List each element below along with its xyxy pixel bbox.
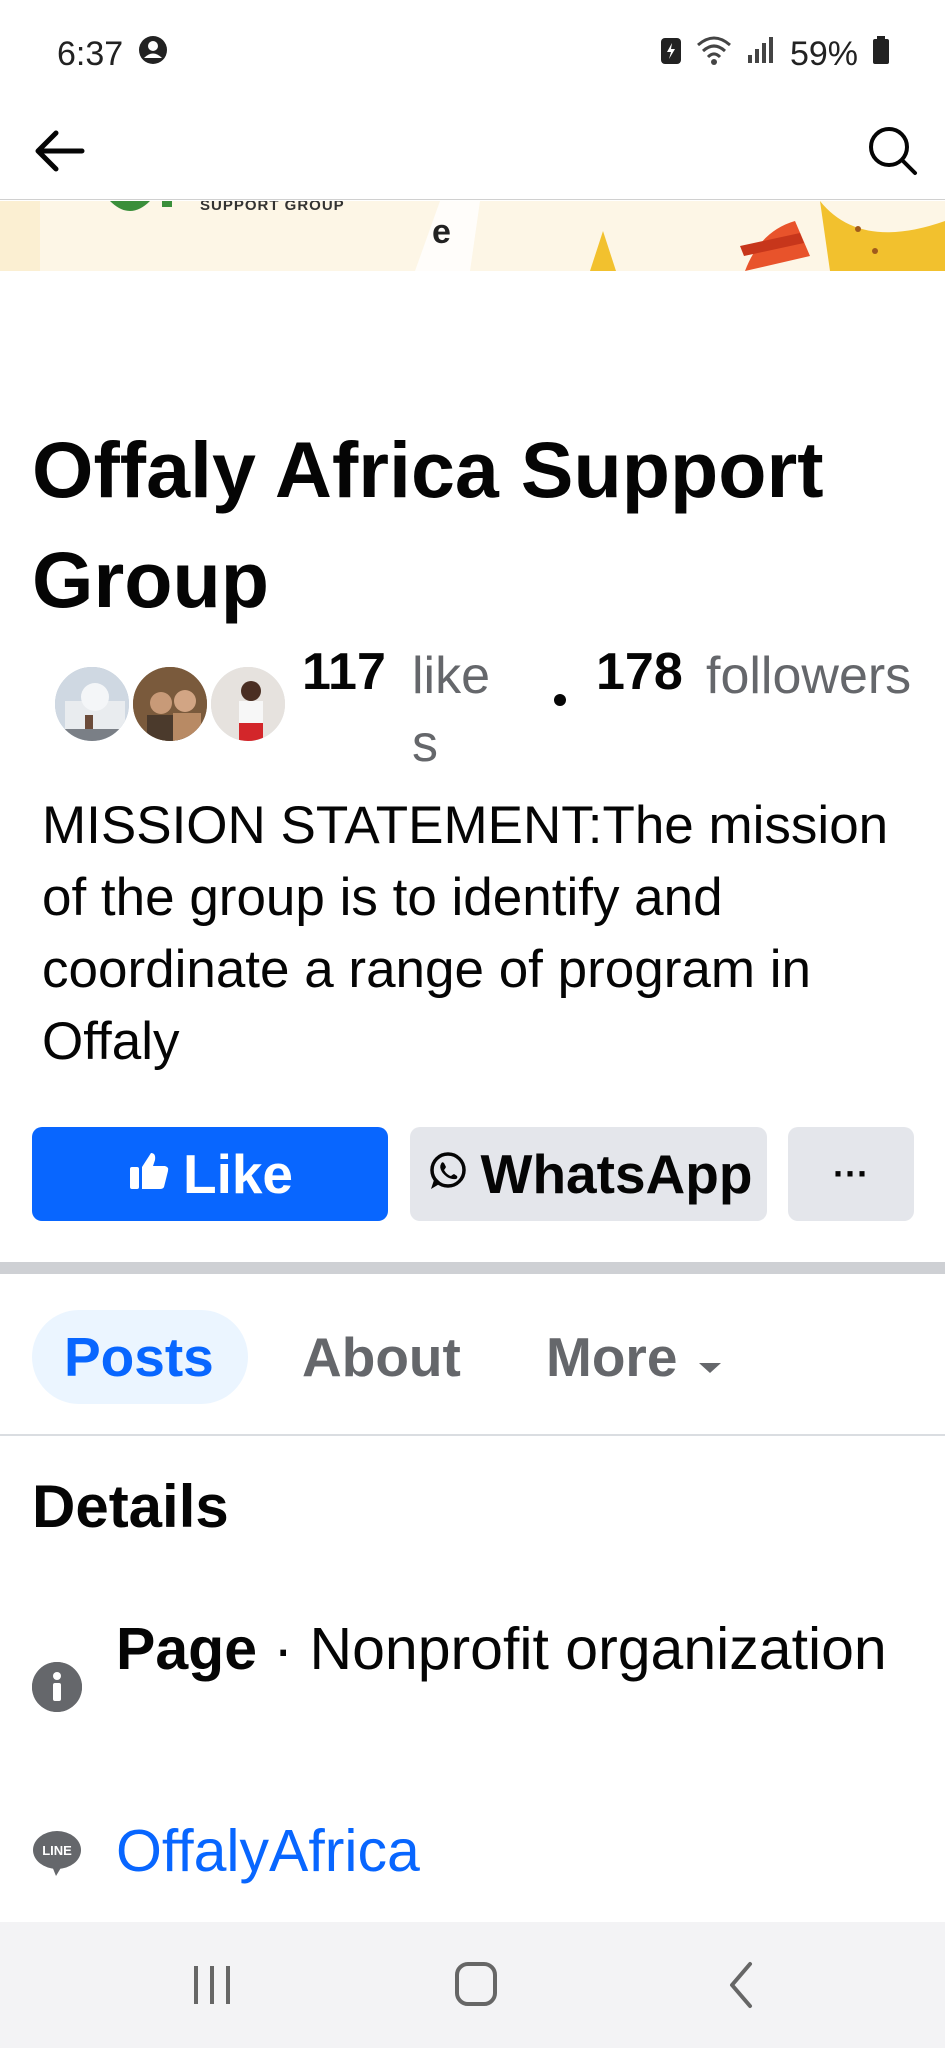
- tab-more[interactable]: More: [546, 1310, 723, 1404]
- section-divider: [0, 1262, 945, 1274]
- caret-down-icon: [697, 1325, 723, 1389]
- info-icon: [32, 1662, 82, 1712]
- home-icon[interactable]: [454, 1960, 498, 2013]
- status-bar: 6:37 59%: [0, 0, 945, 108]
- battery-saver-icon: [660, 35, 682, 74]
- action-buttons: Like WhatsApp ···: [32, 1127, 914, 1221]
- detail-category: Page · Nonprofit organization: [32, 1610, 912, 1770]
- cover-fragment-text: e: [432, 213, 451, 251]
- back-nav-icon[interactable]: [724, 1960, 758, 2015]
- like-button-label: Like: [182, 1143, 294, 1205]
- avatar: [52, 664, 132, 744]
- cover-caption: SUPPORT GROUP: [200, 201, 345, 214]
- tab-posts-label: Posts: [64, 1326, 214, 1388]
- whatsapp-icon: [425, 1142, 469, 1206]
- recent-apps-icon[interactable]: [190, 1962, 234, 2013]
- status-time: 6:37: [57, 34, 124, 73]
- arrow-left-icon[interactable]: [30, 121, 90, 186]
- page-stats[interactable]: 117 likes 178 followers: [52, 640, 932, 773]
- page-title: Offaly Africa Support Group: [32, 425, 824, 624]
- followers-label: followers: [706, 647, 912, 705]
- account-circle-icon: [137, 34, 169, 75]
- like-button[interactable]: Like: [32, 1127, 388, 1221]
- line-icon-label: LINE: [42, 1843, 72, 1858]
- wifi-icon: [696, 35, 732, 74]
- tabs-divider: [0, 1434, 945, 1436]
- detail-category-value: Nonprofit organization: [309, 1616, 887, 1682]
- cover-photo[interactable]: SUPPORT GROUP e: [0, 201, 945, 271]
- whatsapp-button[interactable]: WhatsApp: [410, 1127, 767, 1221]
- detail-category-separator: ·: [257, 1616, 310, 1682]
- cover-artwork: [0, 201, 945, 271]
- detail-line-account[interactable]: LINE OffalyAfrica: [32, 1812, 912, 1902]
- top-nav-bar: [0, 108, 945, 200]
- status-left: 6:37: [57, 34, 169, 75]
- tab-more-label: More: [546, 1326, 678, 1388]
- tab-posts[interactable]: Posts: [32, 1310, 248, 1404]
- avatar: [130, 664, 210, 744]
- likes-count: 117: [302, 643, 386, 701]
- tab-about-label: About: [302, 1326, 461, 1388]
- line-account-link[interactable]: OffalyAfrica: [116, 1812, 896, 1890]
- followers-count: 178: [596, 643, 683, 701]
- page-intro: MISSION STATEMENT:The mission of the gro…: [42, 796, 889, 1071]
- thumbs-up-icon: [127, 1142, 171, 1206]
- likes-label: likes: [412, 647, 491, 773]
- battery-percent: 59%: [789, 34, 858, 73]
- tab-about[interactable]: About: [302, 1310, 461, 1404]
- profile-tabs: Posts About More: [32, 1310, 912, 1404]
- detail-category-type: Page: [116, 1616, 258, 1682]
- more-options-button[interactable]: ···: [788, 1127, 914, 1221]
- separator-dot: [554, 694, 566, 706]
- details-heading: Details: [32, 1473, 229, 1540]
- whatsapp-button-label: WhatsApp: [480, 1143, 753, 1205]
- line-app-icon: LINE: [32, 1828, 82, 1878]
- avatar: [208, 664, 288, 744]
- detail-category-text: Page · Nonprofit organization: [116, 1610, 896, 1688]
- signal-icon: [746, 35, 776, 74]
- status-right: 59%: [660, 35, 890, 74]
- more-options-label: ···: [833, 1153, 869, 1194]
- system-navigation-bar: [0, 1922, 945, 2048]
- search-icon[interactable]: [865, 123, 921, 184]
- battery-icon: [872, 35, 890, 74]
